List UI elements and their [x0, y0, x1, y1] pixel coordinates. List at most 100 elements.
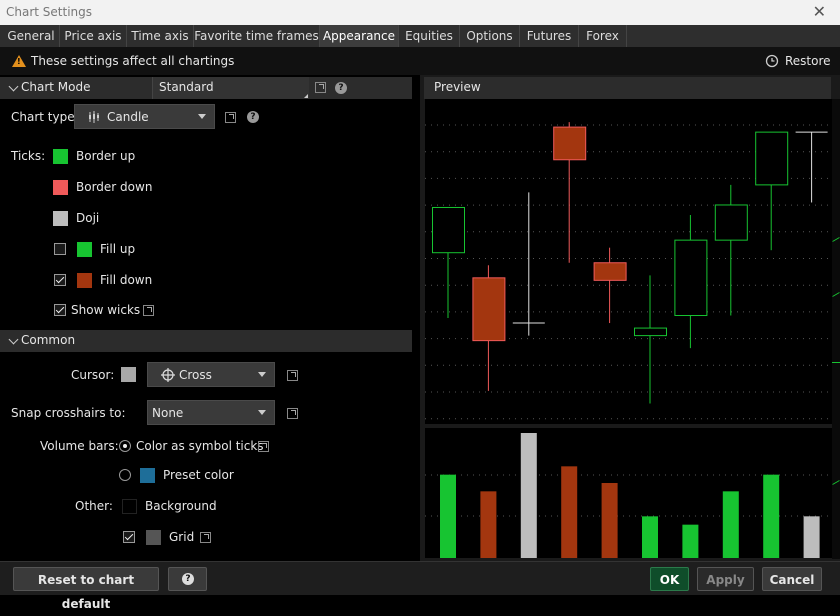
bottom-bar: Reset to chart default ? OK Apply Cancel	[0, 561, 840, 611]
candle-body	[472, 277, 506, 342]
grid-label: Grid	[169, 530, 195, 544]
pop-out-icon[interactable]	[225, 112, 236, 123]
volume-bar	[520, 433, 537, 558]
other-label: Other:	[75, 499, 113, 513]
grid-swatch[interactable]	[146, 530, 161, 545]
show-wicks-checkbox[interactable]	[54, 304, 66, 316]
preview-label: Preview	[434, 80, 481, 94]
candle-body	[553, 126, 587, 161]
volume-bar	[642, 516, 658, 558]
apply-button[interactable]: Apply	[697, 567, 754, 591]
fill-up-label: Fill up	[100, 242, 136, 256]
ticks-label: Ticks:	[11, 149, 46, 163]
chart-mode-label: Chart Mode	[21, 80, 91, 94]
volume-preset-color-radio[interactable]	[119, 469, 131, 481]
doji-swatch[interactable]	[53, 211, 68, 226]
common-section-label: Common	[21, 333, 76, 347]
tab-futures[interactable]: Futures	[520, 25, 579, 47]
ok-button[interactable]: OK	[650, 567, 689, 591]
border-up-label: Border up	[76, 149, 136, 163]
volume-option2-label: Preset color	[163, 468, 234, 482]
help-icon[interactable]: ?	[247, 111, 259, 123]
candle-body	[714, 204, 748, 241]
axis-tick	[832, 480, 840, 485]
tab-options[interactable]: Options	[460, 25, 520, 47]
reset-to-default-button[interactable]: Reset to chart default	[13, 567, 159, 611]
chart-type-value: Candle	[107, 110, 149, 124]
snap-label: Snap crosshairs to:	[11, 406, 126, 420]
border-down-label: Border down	[76, 180, 153, 194]
tab-forex[interactable]: Forex	[579, 25, 627, 47]
restore-label: Restore	[785, 54, 831, 68]
window-title: Chart Settings	[6, 5, 93, 19]
volume-bar	[561, 466, 578, 558]
close-icon[interactable]: ✕	[813, 2, 826, 21]
doji-label: Doji	[76, 211, 100, 225]
snap-select[interactable]: None	[147, 400, 275, 425]
candle-body	[593, 262, 627, 281]
chart-mode-select[interactable]: Standard	[152, 77, 309, 99]
volume-bar	[682, 524, 699, 558]
help-button[interactable]: ?	[168, 567, 207, 591]
chevron-down-icon	[258, 410, 266, 415]
candle-body	[755, 131, 789, 186]
pop-out-icon[interactable]	[315, 82, 326, 93]
cursor-value: Cross	[179, 368, 212, 382]
pop-out-icon[interactable]	[287, 370, 298, 381]
candle-body	[634, 327, 667, 337]
background-label: Background	[145, 499, 217, 513]
volume-chart	[425, 428, 832, 558]
axis-tick	[832, 237, 840, 242]
restore-button[interactable]: Restore	[765, 53, 835, 69]
volume-bar	[440, 474, 456, 558]
tab-price-axis[interactable]: Price axis	[60, 25, 127, 47]
chevron-down-icon	[198, 114, 206, 119]
fill-down-checkbox[interactable]	[54, 274, 66, 286]
candle-body	[674, 239, 708, 317]
grid-checkbox[interactable]	[123, 531, 135, 543]
fill-up-swatch[interactable]	[77, 242, 92, 257]
border-up-swatch[interactable]	[53, 149, 68, 164]
candle-icon	[89, 111, 99, 123]
settings-panel	[0, 75, 412, 561]
chart-type-select[interactable]: Candle	[74, 104, 215, 129]
chart-mode-section[interactable]: Chart Mode Standard ?	[0, 77, 412, 99]
chevron-down-icon	[258, 372, 266, 377]
preview-header: Preview	[424, 77, 831, 99]
chart-type-label: Chart type:	[11, 110, 79, 124]
cursor-select[interactable]: Cross	[147, 362, 275, 387]
volume-bar	[722, 491, 739, 558]
background-swatch[interactable]	[122, 499, 137, 514]
common-section[interactable]: Common	[0, 330, 412, 352]
volume-bar	[480, 491, 497, 558]
pop-out-icon[interactable]	[258, 441, 269, 452]
preset-color-swatch[interactable]	[140, 468, 155, 483]
tab-appearance[interactable]: Appearance	[320, 25, 399, 47]
pop-out-icon[interactable]	[287, 408, 298, 419]
axis-tick	[832, 292, 840, 297]
tab-equities[interactable]: Equities	[399, 25, 460, 47]
volume-option1-label: Color as symbol ticks	[136, 439, 264, 453]
cursor-swatch[interactable]	[121, 367, 136, 382]
corner-triangle-icon	[304, 94, 308, 98]
fill-down-swatch[interactable]	[77, 273, 92, 288]
warning-icon: !	[12, 55, 26, 67]
tab-time-axis[interactable]: Time axis	[127, 25, 194, 47]
tab-general[interactable]: General	[3, 25, 60, 47]
tab-favorite-time-frames[interactable]: Favorite time frames	[194, 25, 320, 47]
banner-text: These settings affect all chartings	[31, 54, 235, 68]
chart-mode-value: Standard	[159, 80, 214, 94]
fill-down-label: Fill down	[100, 273, 153, 287]
pop-out-icon[interactable]	[143, 305, 154, 316]
volume-bar	[763, 474, 780, 558]
pop-out-icon[interactable]	[200, 532, 211, 543]
cancel-button[interactable]: Cancel	[762, 567, 822, 591]
help-icon[interactable]: ?	[335, 82, 347, 94]
restore-icon	[765, 54, 779, 68]
volume-bar	[601, 483, 618, 558]
cursor-label: Cursor:	[71, 368, 115, 382]
border-down-swatch[interactable]	[53, 180, 68, 195]
volume-color-as-symbol-radio[interactable]	[119, 440, 131, 452]
fill-up-checkbox[interactable]	[54, 243, 66, 255]
settings-banner: ! These settings affect all chartings Re…	[0, 47, 840, 75]
